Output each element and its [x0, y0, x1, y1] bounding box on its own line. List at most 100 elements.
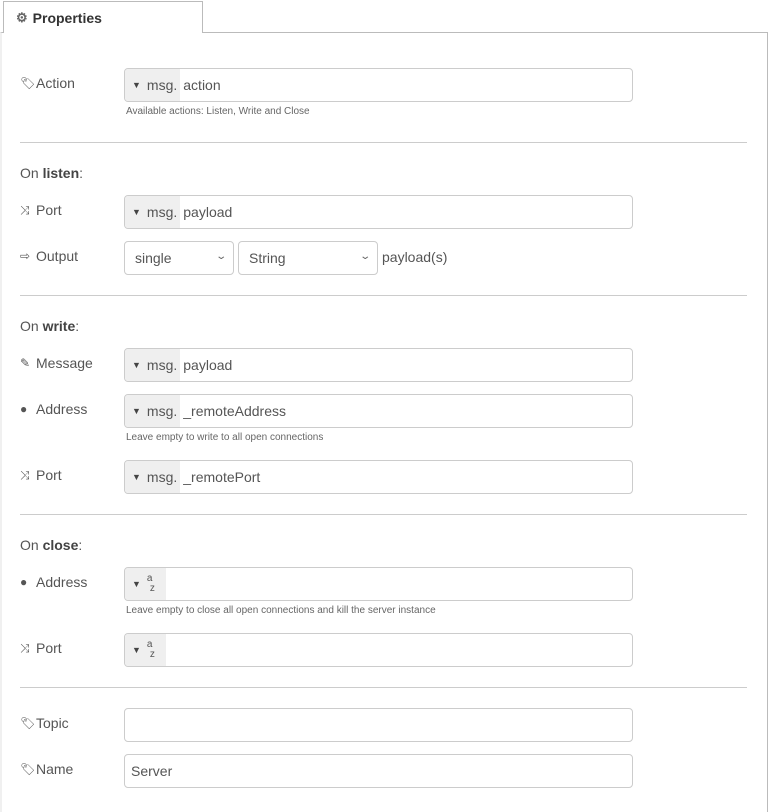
listen-port-type-selector[interactable]: ▼ msg.: [125, 196, 181, 228]
action-type-selector[interactable]: ▼ msg.: [125, 69, 181, 101]
write-message-label: ✎ Message: [20, 355, 93, 371]
heading-prefix: On: [20, 537, 43, 553]
chevron-down-icon: ⌄: [358, 251, 371, 262]
label-text: Port: [36, 467, 62, 483]
string-type-icon: az: [147, 574, 155, 594]
label-text: Topic: [36, 715, 69, 731]
write-message-input[interactable]: ▼ msg. payload: [124, 348, 633, 382]
write-heading: On write:: [20, 318, 79, 334]
type-label: msg.: [146, 469, 178, 485]
write-port-value[interactable]: _remotePort: [180, 461, 260, 493]
divider: [20, 295, 747, 296]
topic-value[interactable]: [125, 709, 131, 741]
close-port-label: ⤨ Port: [20, 640, 62, 656]
write-address-help: Leave empty to write to all open connect…: [126, 432, 324, 443]
topic-label: 🏷︎ Topic: [20, 715, 69, 731]
heading-suffix: :: [79, 165, 84, 181]
write-address-type-selector[interactable]: ▼ msg.: [125, 395, 181, 427]
write-address-value[interactable]: _remoteAddress: [180, 395, 286, 427]
listen-port-value[interactable]: payload: [180, 196, 232, 228]
close-address-help: Leave empty to close all open connection…: [126, 605, 436, 616]
caret-down-icon: ▼: [132, 80, 141, 90]
close-address-input[interactable]: ▼ az: [124, 567, 633, 601]
tag-icon: 🏷︎: [20, 762, 36, 776]
caret-down-icon: ▼: [132, 406, 141, 416]
topic-input[interactable]: [124, 708, 633, 742]
sign-out-icon: ⇨: [20, 249, 31, 263]
write-message-type-selector[interactable]: ▼ msg.: [125, 349, 181, 381]
write-message-value[interactable]: payload: [180, 349, 232, 381]
action-value[interactable]: action: [180, 69, 220, 101]
close-heading: On close:: [20, 537, 82, 553]
chevron-down-icon: ⌄: [214, 251, 227, 262]
label-text: Name: [36, 761, 74, 777]
caret-down-icon: ▼: [132, 360, 141, 370]
close-address-label: ● Address: [20, 574, 87, 590]
close-address-value[interactable]: [166, 568, 169, 600]
listen-port-input[interactable]: ▼ msg. payload: [124, 195, 633, 229]
write-address-input[interactable]: ▼ msg. _remoteAddress: [124, 394, 633, 428]
write-address-label: ● Address: [20, 401, 87, 417]
heading-suffix: :: [75, 318, 80, 334]
type-label: msg.: [146, 77, 178, 93]
globe-icon: ●: [20, 402, 28, 416]
caret-down-icon: ▼: [132, 579, 141, 589]
heading-prefix: On: [20, 165, 43, 181]
close-port-input[interactable]: ▼ az: [124, 633, 633, 667]
type-label: msg.: [146, 403, 178, 419]
write-port-label: ⤨ Port: [20, 467, 62, 483]
close-port-value[interactable]: [166, 634, 169, 666]
write-port-input[interactable]: ▼ msg. _remotePort: [124, 460, 633, 494]
label-text: Port: [36, 640, 62, 656]
label-text: Address: [36, 401, 88, 417]
globe-icon: ●: [20, 575, 28, 589]
label-text: Port: [36, 202, 62, 218]
caret-down-icon: ▼: [132, 645, 141, 655]
tags-icon: 🏷︎: [20, 716, 36, 730]
name-value[interactable]: Server: [125, 755, 172, 787]
listen-port-label: ⤨ Port: [20, 202, 62, 218]
type-label: msg.: [146, 357, 178, 373]
heading-bold: write: [42, 318, 76, 334]
label-text: Message: [36, 355, 93, 371]
tab-label: Properties: [32, 9, 102, 26]
heading-suffix: :: [78, 537, 83, 553]
listen-heading: On listen:: [20, 165, 83, 181]
select-value: String: [249, 250, 286, 266]
az-bottom: z: [149, 583, 155, 594]
az-bottom: z: [149, 649, 155, 660]
label-text: Address: [36, 574, 88, 590]
tab-properties[interactable]: ⚙ Properties: [3, 1, 203, 33]
output-format-select[interactable]: String ⌄: [238, 241, 378, 275]
divider: [20, 687, 747, 688]
caret-down-icon: ▼: [132, 472, 141, 482]
output-label: ⇨ Output: [20, 248, 78, 264]
heading-bold: listen: [42, 165, 80, 181]
random-icon: ⤨: [20, 467, 30, 482]
heading-bold: close: [42, 537, 79, 553]
heading-prefix: On: [20, 318, 43, 334]
action-help: Available actions: Listen, Write and Clo…: [126, 106, 310, 117]
gear-icon: ⚙: [16, 9, 28, 25]
type-label: msg.: [146, 204, 178, 220]
label-text: Output: [36, 248, 79, 264]
random-icon: ⤨: [20, 202, 30, 217]
close-address-type-selector[interactable]: ▼ az: [125, 568, 166, 600]
string-type-icon: az: [147, 640, 155, 660]
close-port-type-selector[interactable]: ▼ az: [125, 634, 166, 666]
pencil-icon: ✎: [20, 356, 31, 370]
tag-icon: 🏷︎: [20, 76, 36, 90]
caret-down-icon: ▼: [132, 207, 141, 217]
name-input[interactable]: Server: [124, 754, 633, 788]
action-label-text: Action: [36, 75, 75, 91]
action-label: 🏷︎ Action: [20, 75, 75, 91]
output-mode-select[interactable]: single ⌄: [124, 241, 234, 275]
divider: [20, 142, 747, 143]
random-icon: ⤨: [20, 640, 30, 655]
write-port-type-selector[interactable]: ▼ msg.: [125, 461, 181, 493]
select-value: single: [135, 250, 172, 266]
output-suffix: payload(s): [382, 249, 448, 265]
divider: [20, 514, 747, 515]
name-label: 🏷︎ Name: [20, 761, 73, 777]
action-typed-input[interactable]: ▼ msg. action: [124, 68, 633, 102]
